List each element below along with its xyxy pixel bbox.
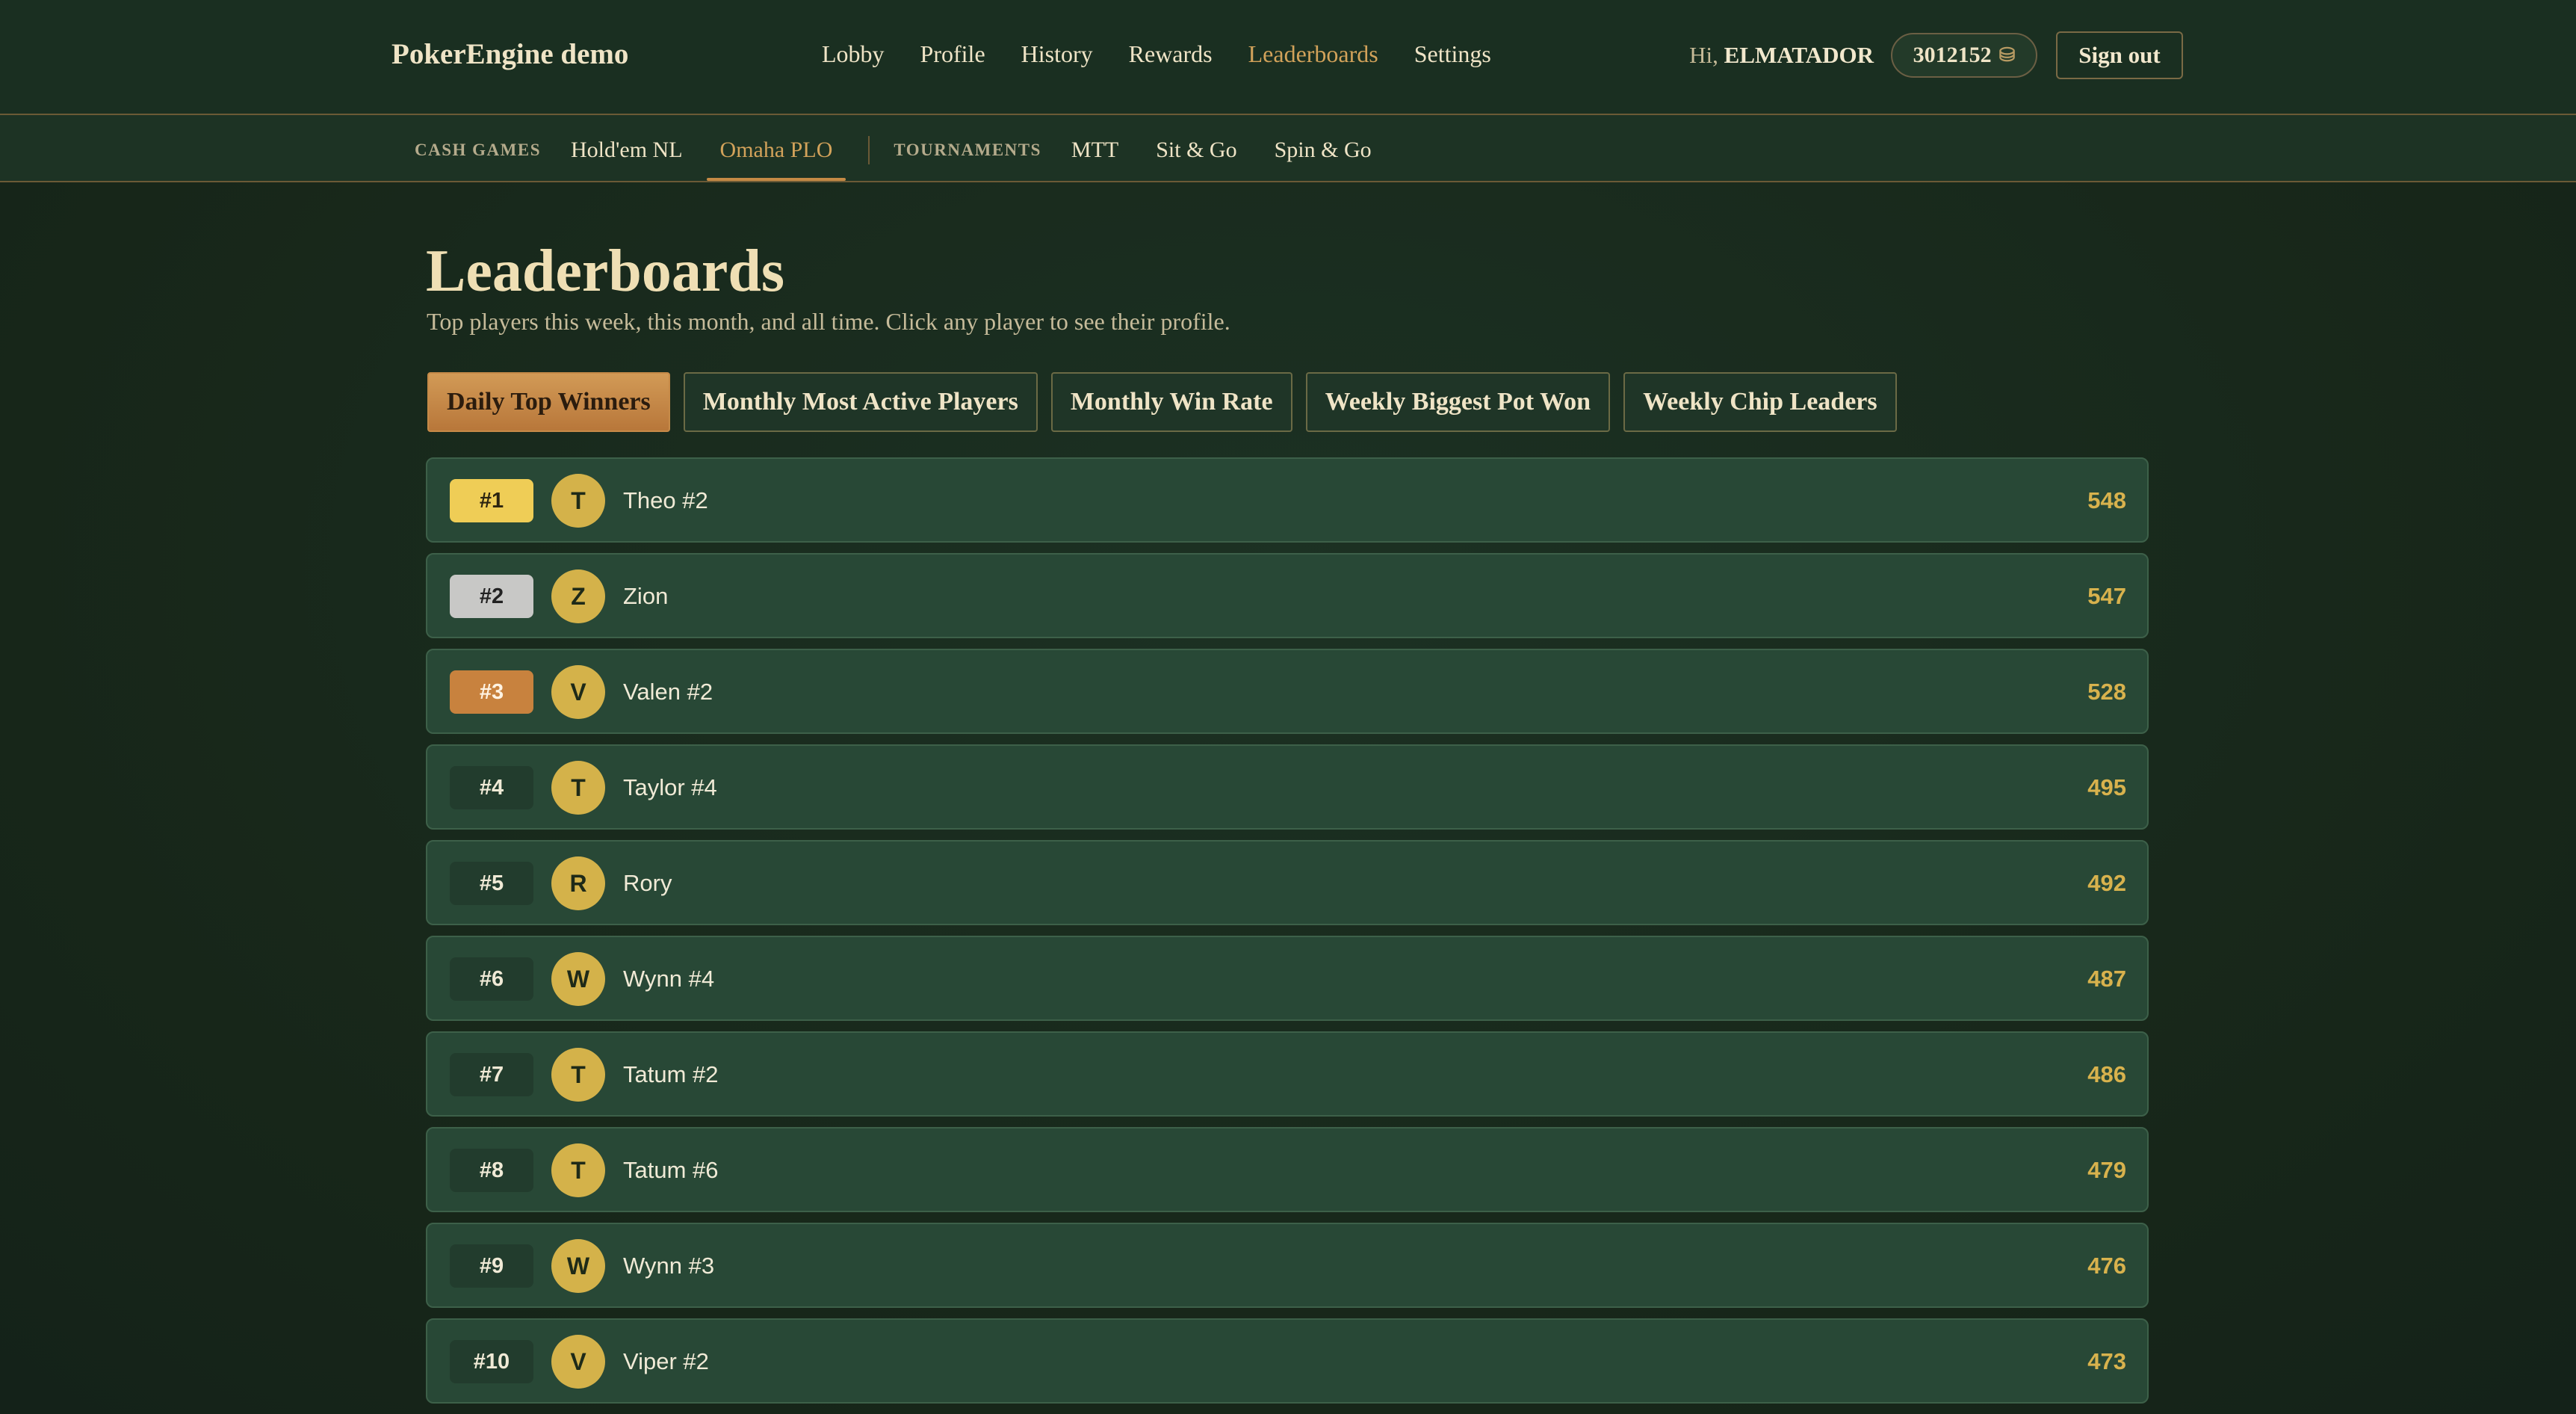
greeting-prefix: Hi, (1689, 42, 1718, 68)
user-greeting: Hi, ELMATADOR (1689, 42, 1874, 69)
avatar: R (551, 856, 605, 910)
player-score: 547 (2087, 583, 2126, 609)
player-score: 476 (2087, 1253, 2126, 1279)
rank-badge: #8 (450, 1149, 533, 1192)
tab-monthly-win-rate[interactable]: Monthly Win Rate (1050, 372, 1292, 432)
nav-lobby[interactable]: Lobby (822, 40, 885, 68)
leaderboard-row[interactable]: #8 T Tatum #6 479 (426, 1127, 2149, 1212)
username: ELMATADOR (1724, 42, 1874, 68)
leaderboard-tabs: Daily Top Winners Monthly Most Active Pl… (427, 372, 1897, 432)
leaderboard-row[interactable]: #9 W Wynn #3 476 (426, 1223, 2149, 1308)
main-nav: Lobby Profile History Rewards Leaderboar… (822, 40, 1491, 68)
subnav-sit-and-go[interactable]: Sit & Go (1156, 138, 1236, 163)
player-name[interactable]: Wynn #4 (623, 966, 714, 992)
nav-history[interactable]: History (1021, 40, 1093, 68)
rank-badge: #7 (450, 1053, 533, 1096)
player-score: 495 (2087, 774, 2126, 800)
player-score: 548 (2087, 487, 2126, 513)
player-name[interactable]: Tatum #2 (623, 1061, 719, 1088)
leaderboard-row[interactable]: #6 W Wynn #4 487 (426, 936, 2149, 1021)
subnav-mtt[interactable]: MTT (1071, 138, 1118, 163)
avatar: W (551, 1239, 605, 1293)
player-score: 473 (2087, 1348, 2126, 1374)
player-name[interactable]: Viper #2 (623, 1348, 709, 1375)
avatar: V (551, 665, 605, 719)
balance-value: 3012152 (1913, 43, 1992, 67)
tab-weekly-biggest-pot[interactable]: Weekly Biggest Pot Won (1305, 372, 1611, 432)
player-score: 487 (2087, 966, 2126, 992)
player-score: 528 (2087, 679, 2126, 705)
avatar: T (551, 1048, 605, 1102)
player-name[interactable]: Zion (623, 583, 668, 610)
rank-badge: #3 (450, 670, 533, 714)
tournaments-label: TOURNAMENTS (894, 141, 1041, 159)
leaderboard-row[interactable]: #10 V Viper #2 473 (426, 1318, 2149, 1404)
page-title: Leaderboards (426, 238, 784, 304)
avatar: T (551, 761, 605, 815)
top-navbar: PokerEngine demo Lobby Profile History R… (0, 0, 2576, 115)
rank-badge: #2 (450, 575, 533, 618)
leaderboard-row[interactable]: #1 T Theo #2 548 (426, 457, 2149, 543)
subnav-omaha-plo[interactable]: Omaha PLO (706, 138, 846, 181)
rank-badge: #10 (450, 1340, 533, 1383)
subnav-holdem-nl[interactable]: Hold'em NL (571, 138, 683, 163)
subnav-spin-and-go[interactable]: Spin & Go (1275, 138, 1372, 163)
tab-weekly-chip-leaders[interactable]: Weekly Chip Leaders (1623, 372, 1897, 432)
cash-games-label: CASH GAMES (415, 141, 541, 159)
nav-rewards[interactable]: Rewards (1129, 40, 1213, 68)
game-type-subnav: CASH GAMES Hold'em NL Omaha PLO TOURNAME… (0, 115, 2576, 182)
chip-balance: 3012152 ⛁ (1891, 33, 2037, 78)
page-subtitle: Top players this week, this month, and a… (427, 308, 1230, 335)
brand-logo[interactable]: PokerEngine demo (391, 37, 628, 71)
leaderboard-list: #1 T Theo #2 548 #2 Z Zion 547 #3 V Vale… (426, 457, 2149, 1414)
avatar: Z (551, 569, 605, 623)
player-score: 492 (2087, 870, 2126, 896)
player-score: 479 (2087, 1157, 2126, 1183)
nav-profile[interactable]: Profile (920, 40, 985, 68)
sign-out-button[interactable]: Sign out (2056, 31, 2183, 79)
player-name[interactable]: Tatum #6 (623, 1157, 719, 1184)
player-name[interactable]: Taylor #4 (623, 774, 717, 801)
avatar: W (551, 952, 605, 1006)
tab-daily-top-winners[interactable]: Daily Top Winners (427, 372, 670, 432)
avatar: V (551, 1335, 605, 1389)
avatar: T (551, 474, 605, 528)
nav-settings[interactable]: Settings (1414, 40, 1491, 68)
nav-leaderboards[interactable]: Leaderboards (1248, 40, 1378, 68)
rank-badge: #6 (450, 957, 533, 1001)
leaderboard-row[interactable]: #2 Z Zion 547 (426, 553, 2149, 638)
leaderboard-row[interactable]: #3 V Valen #2 528 (426, 649, 2149, 734)
leaderboard-row[interactable]: #5 R Rory 492 (426, 840, 2149, 925)
rank-badge: #4 (450, 766, 533, 809)
tab-monthly-most-active[interactable]: Monthly Most Active Players (683, 372, 1038, 432)
leaderboard-row[interactable]: #4 T Taylor #4 495 (426, 744, 2149, 830)
avatar: T (551, 1143, 605, 1197)
rank-badge: #1 (450, 479, 533, 522)
player-name[interactable]: Valen #2 (623, 679, 713, 706)
coin-stack-icon: ⛁ (1998, 44, 2016, 66)
subnav-divider (868, 136, 870, 164)
leaderboard-row[interactable]: #7 T Tatum #2 486 (426, 1031, 2149, 1117)
player-name[interactable]: Theo #2 (623, 487, 708, 514)
player-score: 486 (2087, 1061, 2126, 1087)
rank-badge: #5 (450, 862, 533, 905)
rank-badge: #9 (450, 1244, 533, 1288)
player-name[interactable]: Wynn #3 (623, 1253, 714, 1279)
player-name[interactable]: Rory (623, 870, 672, 897)
